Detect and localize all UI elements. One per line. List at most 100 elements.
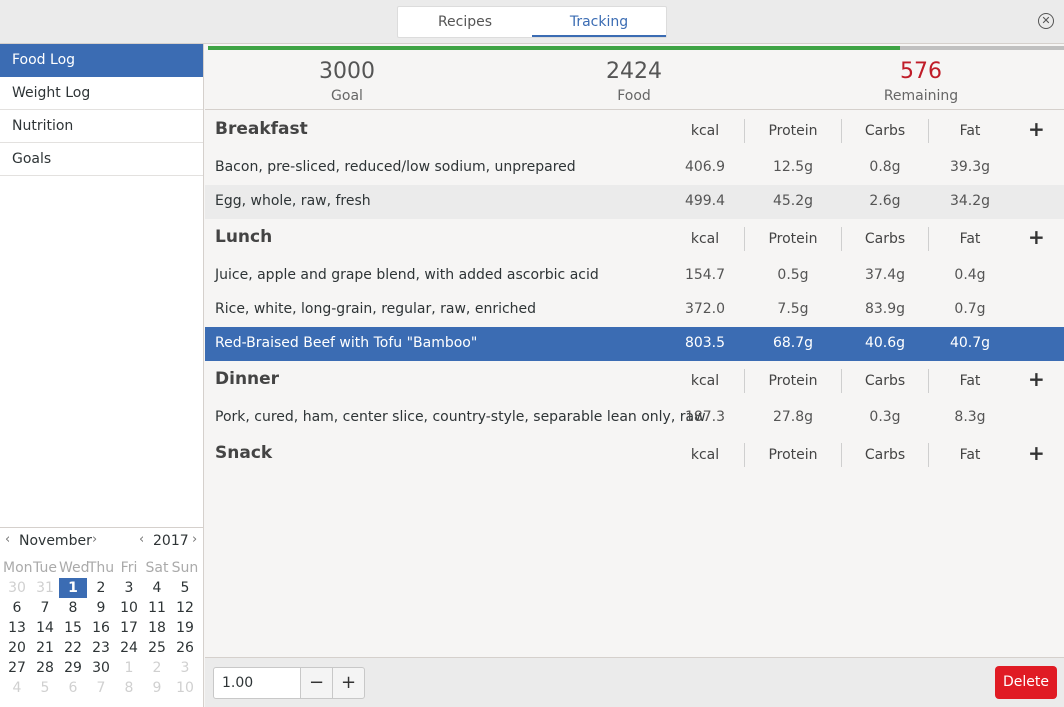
food-row[interactable]: Juice, apple and grape blend, with added… — [205, 259, 1064, 293]
food-fat: 40.7g — [949, 335, 991, 351]
sidebar-item-weight-log[interactable]: Weight Log — [0, 77, 203, 110]
meal-name: Snack — [215, 443, 273, 463]
column-separator — [928, 443, 929, 467]
calendar-day[interactable]: 6 — [3, 598, 31, 618]
calendar-day[interactable]: 23 — [87, 638, 115, 658]
calendar-day[interactable]: 25 — [143, 638, 171, 658]
calendar-week: 4 5 6 7 8 9 10 — [3, 678, 201, 698]
weekday-label: Sun — [171, 560, 199, 576]
meal-table: Breakfast kcal Protein Carbs Fat + Bacon, pre-… — [205, 111, 1064, 475]
calendar-day[interactable]: 13 — [3, 618, 31, 638]
close-icon[interactable]: ✕ — [1038, 13, 1054, 29]
calendar-week: 13 14 15 16 17 18 19 — [3, 618, 201, 638]
calendar-day[interactable]: 1 — [115, 658, 143, 678]
column-separator — [744, 119, 745, 143]
calendar-day[interactable]: 2 — [87, 578, 115, 598]
calendar-day[interactable]: 15 — [59, 618, 87, 638]
calendar-day[interactable]: 19 — [171, 618, 199, 638]
calendar-day-selected[interactable]: 1 — [59, 578, 87, 598]
calendar-day[interactable]: 10 — [115, 598, 143, 618]
calendar-day[interactable]: 10 — [171, 678, 199, 698]
calendar-day[interactable]: 7 — [31, 598, 59, 618]
remaining-value: 576 — [900, 59, 942, 84]
column-separator — [744, 227, 745, 251]
calendar-day[interactable]: 3 — [171, 658, 199, 678]
sidebar-item-food-log[interactable]: Food Log — [0, 44, 203, 77]
tab-tracking[interactable]: Tracking — [532, 7, 666, 37]
tab-recipes[interactable]: Recipes — [398, 7, 532, 37]
remaining-summary: 576 Remaining — [821, 58, 1021, 106]
food-row[interactable]: Pork, cured, ham, center slice, country-… — [205, 401, 1064, 435]
calendar-day[interactable]: 20 — [3, 638, 31, 658]
sidebar-item-nutrition[interactable]: Nutrition — [0, 110, 203, 143]
remaining-label: Remaining — [883, 88, 959, 104]
column-header-kcal: kcal — [690, 447, 720, 463]
calendar-day[interactable]: 30 — [3, 578, 31, 598]
calendar-day[interactable]: 31 — [31, 578, 59, 598]
calendar-day[interactable]: 27 — [3, 658, 31, 678]
next-year-icon[interactable]: › — [192, 532, 197, 547]
calendar-day[interactable]: 8 — [115, 678, 143, 698]
next-month-icon[interactable]: › — [92, 532, 97, 547]
food-carbs: 40.6g — [864, 335, 906, 351]
header-bar: Recipes Tracking ✕ — [0, 0, 1064, 44]
add-food-button[interactable]: + — [1028, 225, 1045, 249]
prev-year-icon[interactable]: ‹ — [139, 532, 144, 547]
calendar-day[interactable]: 2 — [143, 658, 171, 678]
calendar-day[interactable]: 9 — [87, 598, 115, 618]
food-fat: 0.4g — [954, 267, 986, 283]
food-carbs: 0.8g — [869, 159, 901, 175]
prev-month-icon[interactable]: ‹ — [5, 532, 10, 547]
food-value: 2424 — [606, 59, 662, 84]
goal-value: 3000 — [319, 59, 375, 84]
calendar-day[interactable]: 24 — [115, 638, 143, 658]
calendar-week: 30 31 1 2 3 4 5 — [3, 578, 201, 598]
calendar-day[interactable]: 12 — [171, 598, 199, 618]
calendar: ‹ November › ‹ 2017 › Mon Tue Wed Thu Fri Sat… — [0, 527, 204, 707]
food-carbs: 37.4g — [864, 267, 906, 283]
calendar-day[interactable]: 4 — [3, 678, 31, 698]
food-row[interactable]: Bacon, pre-sliced, reduced/low sodium, u… — [205, 151, 1064, 185]
weekday-label: Mon — [3, 560, 33, 576]
column-header-carbs: Carbs — [864, 373, 906, 389]
calendar-day[interactable]: 17 — [115, 618, 143, 638]
calendar-day[interactable]: 28 — [31, 658, 59, 678]
food-row[interactable]: Rice, white, long-grain, regular, raw, e… — [205, 293, 1064, 327]
calendar-day[interactable]: 5 — [171, 578, 199, 598]
calendar-day[interactable]: 30 — [87, 658, 115, 678]
column-separator — [928, 119, 929, 143]
food-kcal: 154.7 — [684, 267, 726, 283]
calendar-day[interactable]: 26 — [171, 638, 199, 658]
increase-quantity-button[interactable]: + — [332, 667, 365, 699]
sidebar-item-goals[interactable]: Goals — [0, 143, 203, 176]
add-food-button[interactable]: + — [1028, 441, 1045, 465]
food-row[interactable]: Egg, whole, raw, fresh 499.4 45.2g 2.6g 34.2… — [205, 185, 1064, 219]
add-food-button[interactable]: + — [1028, 117, 1045, 141]
column-header-kcal: kcal — [690, 123, 720, 139]
food-name: Red-Braised Beef with Tofu "Bamboo" — [215, 335, 478, 351]
calendar-day[interactable]: 14 — [31, 618, 59, 638]
quantity-input[interactable] — [213, 667, 301, 699]
add-food-button[interactable]: + — [1028, 367, 1045, 391]
food-kcal: 187.3 — [684, 409, 726, 425]
calendar-day[interactable]: 22 — [59, 638, 87, 658]
calendar-day[interactable]: 18 — [143, 618, 171, 638]
calendar-day[interactable]: 8 — [59, 598, 87, 618]
food-protein: 7.5g — [777, 301, 809, 317]
meal-name: Dinner — [215, 369, 280, 389]
decrease-quantity-button[interactable]: − — [300, 667, 333, 699]
delete-button[interactable]: Delete — [995, 666, 1057, 699]
calendar-day[interactable]: 9 — [143, 678, 171, 698]
calendar-day[interactable]: 21 — [31, 638, 59, 658]
calendar-day[interactable]: 11 — [143, 598, 171, 618]
calendar-day[interactable]: 16 — [87, 618, 115, 638]
food-name: Egg, whole, raw, fresh — [215, 193, 371, 209]
food-row[interactable]: Red-Braised Beef with Tofu "Bamboo" 803.5… — [205, 327, 1064, 361]
calendar-day[interactable]: 29 — [59, 658, 87, 678]
column-header-protein: Protein — [768, 123, 818, 139]
calendar-day[interactable]: 6 — [59, 678, 87, 698]
calendar-day[interactable]: 7 — [87, 678, 115, 698]
calendar-day[interactable]: 5 — [31, 678, 59, 698]
calendar-day[interactable]: 4 — [143, 578, 171, 598]
calendar-day[interactable]: 3 — [115, 578, 143, 598]
